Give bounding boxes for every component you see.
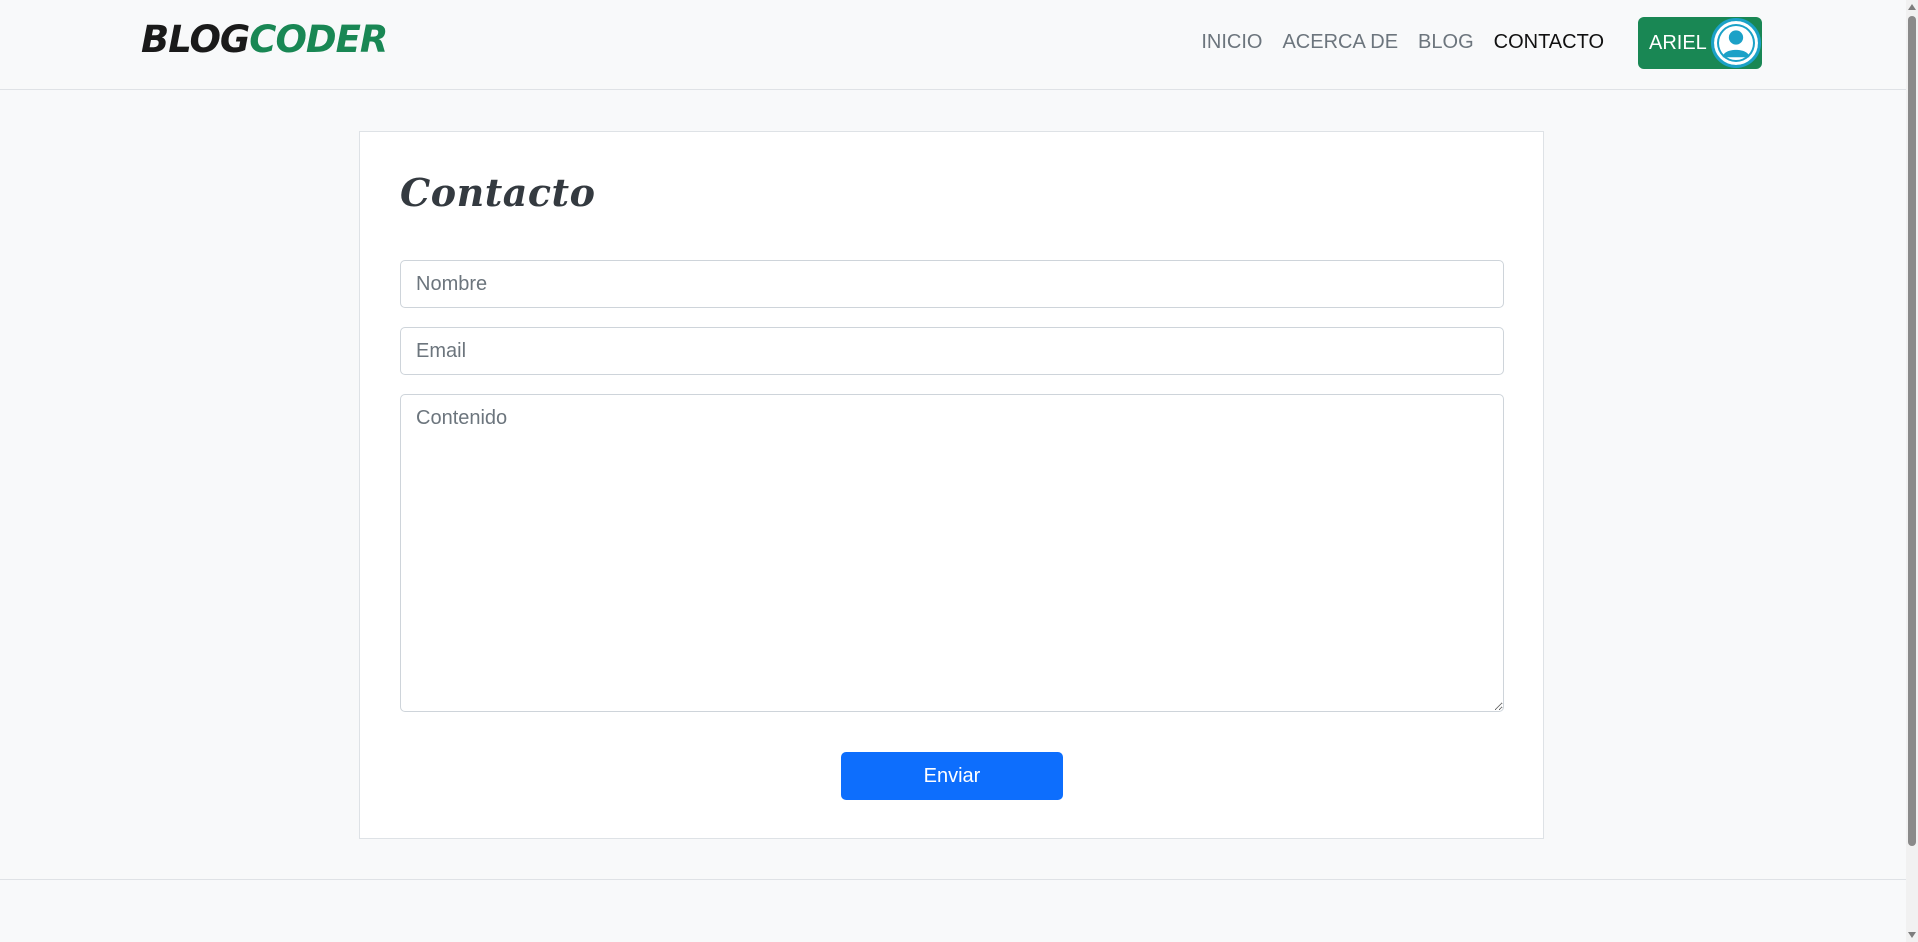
scroll-down-icon[interactable]: [1908, 932, 1916, 938]
user-avatar-icon: [1711, 18, 1761, 68]
page-scrollbar[interactable]: [1906, 0, 1918, 942]
nav-links: INICIO ACERCA DE BLOG CONTACTO: [1201, 28, 1604, 56]
name-input[interactable]: [400, 260, 1504, 308]
nav-link-acerca-de[interactable]: ACERCA DE: [1282, 28, 1398, 56]
submit-button[interactable]: Enviar: [841, 752, 1063, 800]
contact-card: Contacto Enviar: [359, 131, 1544, 839]
page-title: Contacto: [400, 170, 596, 215]
nav-link-inicio[interactable]: INICIO: [1201, 28, 1262, 56]
scrollbar-thumb[interactable]: [1908, 16, 1916, 846]
nav-link-contacto[interactable]: CONTACTO: [1494, 28, 1604, 56]
nav-link-blog[interactable]: BLOG: [1418, 28, 1474, 56]
navbar: BLOG CODER INICIO ACERCA DE BLOG CONTACTO…: [0, 0, 1906, 90]
brand-logo-part2: CODER: [249, 18, 388, 61]
content-textarea[interactable]: [400, 394, 1504, 712]
footer-divider: [0, 879, 1906, 880]
user-menu-button[interactable]: ARIEL: [1638, 17, 1762, 69]
user-name: ARIEL: [1649, 31, 1707, 54]
brand-logo-part1: BLOG: [141, 18, 250, 61]
scroll-up-icon[interactable]: [1908, 4, 1916, 10]
brand-logo[interactable]: BLOG CODER: [141, 16, 388, 64]
email-input[interactable]: [400, 327, 1504, 375]
